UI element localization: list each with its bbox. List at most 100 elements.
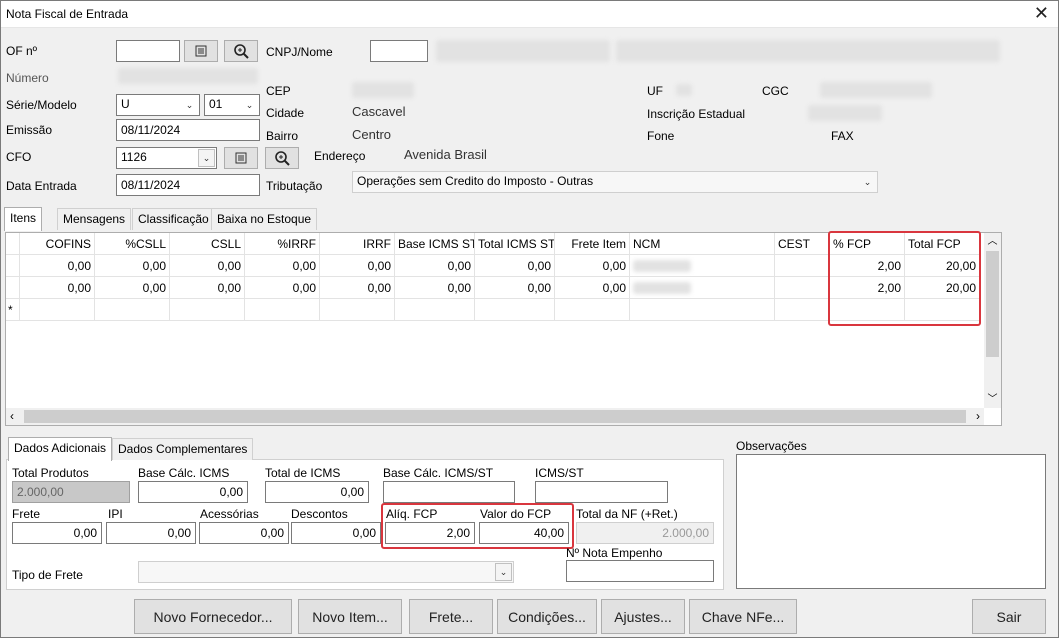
horizontal-scrollbar[interactable]: ‹ › [6,408,984,425]
cfo-search-button[interactable] [265,147,299,169]
cnpj-input[interactable] [370,40,428,62]
descontos-input[interactable]: 0,00 [291,522,381,544]
grid-cell[interactable]: 0,00 [20,277,95,299]
valor-fcp-input[interactable]: 40,00 [479,522,569,544]
grid-new-row-marker[interactable]: * [6,299,20,321]
emissao-input[interactable]: 08/11/2024 [116,119,260,141]
of-list-button[interactable] [184,40,218,62]
grid-cell[interactable]: 0,00 [245,277,320,299]
scroll-thumb[interactable] [24,410,966,423]
grid-cell[interactable]: 0,00 [555,277,630,299]
tributacao-value: Operações sem Credito do Imposto - Outra… [357,174,594,188]
tab-dados-adicionais[interactable]: Dados Adicionais [8,437,113,461]
serie-select[interactable]: U ⌄ [116,94,200,116]
bairro-label: Bairro [266,129,299,143]
list-icon [195,45,207,57]
frete-button[interactable]: Frete... [409,599,493,634]
grid-cell[interactable]: 0,00 [475,255,555,277]
cfo-select[interactable]: 1126 ⌄ [116,147,217,169]
cfo-list-button[interactable] [224,147,258,169]
grid-row-selector[interactable] [6,277,20,299]
tab-dados-complementares[interactable]: Dados Complementares [112,438,254,460]
grid-cell[interactable]: 2,00 [830,277,905,299]
frete-input[interactable]: 0,00 [12,522,102,544]
grid-cell[interactable]: 0,00 [395,255,475,277]
tributacao-select[interactable]: Operações sem Credito do Imposto - Outra… [352,171,878,193]
data-entrada-input[interactable]: 08/11/2024 [116,174,260,196]
ajustes-button[interactable]: Ajustes... [601,599,685,634]
scroll-right-icon[interactable]: › [976,408,980,425]
scroll-up-icon[interactable]: ︿ [984,233,1001,250]
observacoes-textarea[interactable] [736,454,1046,589]
icms-st-input[interactable] [535,481,668,503]
grid-cell[interactable] [775,277,830,299]
acessorias-input[interactable]: 0,00 [199,522,289,544]
ipi-input[interactable]: 0,00 [106,522,196,544]
grid-cell[interactable] [555,299,630,321]
grid-column-header: %IRRF [245,233,320,255]
tab-itens[interactable]: Itens [4,207,43,231]
grid-cell[interactable]: 0,00 [170,277,245,299]
aliq-fcp-input[interactable]: 2,00 [385,522,475,544]
ncm-value-redacted [633,282,691,294]
grid-cell[interactable]: 0,00 [320,255,395,277]
modelo-select[interactable]: 01 ⌄ [204,94,260,116]
grid-row-selector[interactable] [6,255,20,277]
grid-cell[interactable] [830,299,905,321]
grid-cell[interactable]: 0,00 [20,255,95,277]
tab-baixa-estoque[interactable]: Baixa no Estoque [211,208,318,230]
grid-cell[interactable]: 20,00 [905,277,980,299]
nota-empenho-input[interactable] [566,560,714,582]
scroll-thumb[interactable] [986,251,999,357]
grid-cell[interactable] [95,299,170,321]
total-icms-label: Total de ICMS [265,466,341,480]
scroll-down-icon[interactable]: ﹀ [984,391,1001,408]
novo-fornecedor-button[interactable]: Novo Fornecedor... [134,599,292,634]
sair-button[interactable]: Sair [972,599,1046,634]
grid-cell[interactable] [20,299,95,321]
chave-nfe-button[interactable]: Chave NFe... [689,599,797,634]
grid-cell[interactable]: 0,00 [95,255,170,277]
grid-cell[interactable]: 0,00 [395,277,475,299]
grid-cell[interactable]: 0,00 [555,255,630,277]
condicoes-button[interactable]: Condições... [497,599,597,634]
grid-cell[interactable] [630,277,775,299]
scroll-left-icon[interactable]: ‹ [10,408,14,425]
grid-cell[interactable]: 0,00 [245,255,320,277]
grid-column-header: Frete Item [555,233,630,255]
grid-cell[interactable]: 0,00 [170,255,245,277]
grid-cell[interactable]: 2,00 [830,255,905,277]
grid-cell[interactable] [905,299,980,321]
novo-item-button[interactable]: Novo Item... [298,599,402,634]
grid-cell[interactable] [475,299,555,321]
chevron-down-icon: ⌄ [198,149,215,167]
data-entrada-label: Data Entrada [6,179,77,193]
grid-cell[interactable] [630,255,775,277]
close-icon[interactable]: ✕ [1034,3,1049,24]
grid-cell[interactable]: 20,00 [905,255,980,277]
total-icms-input[interactable]: 0,00 [265,481,369,503]
tab-mensagens[interactable]: Mensagens [57,208,132,230]
base-icms-input[interactable]: 0,00 [138,481,248,503]
grid-cell[interactable]: 0,00 [95,277,170,299]
grid-cell[interactable] [395,299,475,321]
grid-cell[interactable] [775,299,830,321]
title-bar: Nota Fiscal de Entrada ✕ [0,0,1059,28]
tipo-frete-select[interactable]: ⌄ [138,561,514,583]
cfo-value: 1126 [121,150,147,164]
grid-cell[interactable] [320,299,395,321]
of-input[interactable] [116,40,180,62]
emissao-label: Emissão [6,123,53,137]
tab-classificacao[interactable]: Classificação [132,208,215,230]
grid-cell[interactable] [245,299,320,321]
grid-cell[interactable] [775,255,830,277]
of-search-button[interactable] [224,40,258,62]
grid-cell[interactable]: 0,00 [320,277,395,299]
cep-value-redacted [352,82,414,98]
grid-column-header: CEST [775,233,830,255]
grid-cell[interactable]: 0,00 [475,277,555,299]
base-icms-st-input[interactable] [383,481,515,503]
vertical-scrollbar[interactable]: ︿ ﹀ [984,233,1001,408]
grid-cell[interactable] [630,299,775,321]
grid-cell[interactable] [170,299,245,321]
